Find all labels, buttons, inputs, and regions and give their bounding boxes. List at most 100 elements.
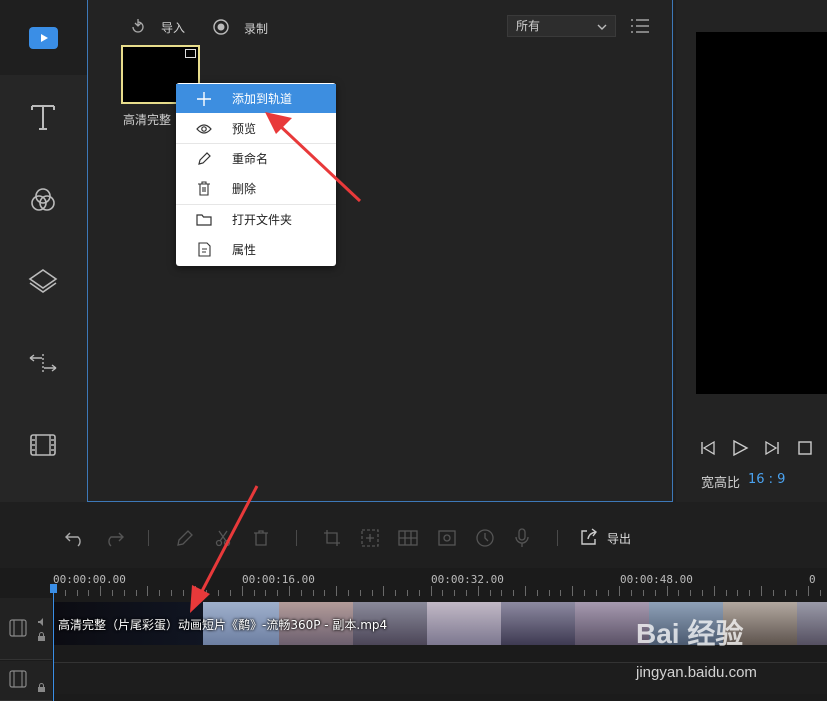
ruler-tick (631, 590, 633, 596)
duration-icon[interactable] (474, 527, 496, 549)
menu-item-add-to-track[interactable]: 添加到轨道 (176, 84, 336, 113)
pencil-icon (176, 151, 232, 166)
next-frame-icon[interactable] (763, 439, 781, 460)
ruler-tick (171, 590, 172, 596)
import-icon (130, 18, 146, 37)
delete-icon[interactable] (250, 527, 272, 549)
import-button[interactable]: 导入 (130, 18, 185, 37)
ruler-tick (501, 590, 503, 596)
lock-icon[interactable] (37, 631, 46, 645)
menu-item-delete[interactable]: 删除 (176, 174, 336, 203)
menu-item-properties[interactable]: 属性 (176, 235, 336, 264)
ruler-tick (737, 590, 739, 596)
export-label: 导出 (607, 532, 632, 546)
media-tab-icon[interactable] (29, 27, 58, 49)
ruler-tick (277, 590, 279, 596)
clip-frame (427, 602, 501, 645)
overlay-track-header (0, 661, 52, 701)
ruler-tick (123, 590, 125, 596)
video-badge-icon (185, 49, 196, 58)
menu-item-open-folder[interactable]: 打开文件夹 (176, 205, 336, 234)
ruler-tick (607, 590, 609, 596)
ruler-tick (407, 590, 408, 596)
ruler-tick (584, 590, 585, 596)
ruler-tick (182, 590, 184, 596)
baidu-watermark: Bai 经验 jingyan.baidu.com (636, 612, 826, 687)
toolbar-divider (296, 530, 297, 546)
transition-tool-icon[interactable] (26, 346, 60, 380)
list-view-icon[interactable] (630, 17, 650, 38)
ruler-tick (147, 586, 149, 596)
ruler-tick (725, 590, 727, 596)
ruler-tick (88, 590, 90, 596)
ruler-tick (206, 590, 208, 596)
media-filter-select[interactable]: 所有 (507, 15, 616, 37)
trash-icon (176, 181, 232, 196)
ruler-tick (112, 590, 113, 596)
tick-label: 00:00:16.00 (242, 573, 315, 586)
menu-item-rename[interactable]: 重命名 (176, 144, 336, 173)
previous-frame-icon[interactable] (699, 439, 717, 460)
properties-icon (176, 242, 232, 257)
film-tool-icon[interactable] (26, 428, 60, 462)
ruler-tick (560, 590, 562, 596)
ruler-tick (808, 586, 810, 596)
ruler-tick (536, 590, 538, 596)
ruler-tick (796, 590, 798, 596)
timeline-ruler[interactable]: 00:00:00.00 00:00:16.00 00:00:32.00 00:0… (52, 570, 827, 598)
ruler-tick (772, 590, 774, 596)
ruler-tick (241, 586, 243, 596)
ruler-tick (454, 590, 456, 596)
ruler-tick (76, 590, 78, 596)
ruler-tick (489, 590, 491, 596)
edit-pencil-icon[interactable] (174, 527, 196, 549)
aspect-ratio-value[interactable]: 16 : 9 (748, 472, 785, 487)
ruler-tick (300, 590, 302, 596)
freeze-frame-icon[interactable] (436, 527, 458, 549)
overlay-tool-icon[interactable] (26, 264, 60, 298)
redo-icon[interactable] (103, 527, 125, 549)
ruler-tick (466, 590, 467, 596)
microphone-icon[interactable] (511, 527, 533, 549)
menu-item-label: 打开文件夹 (232, 213, 293, 227)
speaker-icon[interactable] (37, 616, 47, 630)
ruler-tick (702, 590, 703, 596)
record-button[interactable]: 录制 (212, 18, 268, 39)
zoom-region-icon[interactable] (359, 527, 381, 549)
ruler-tick (513, 590, 515, 596)
cut-icon[interactable] (212, 527, 234, 549)
ruler-tick (713, 586, 715, 596)
record-icon (212, 18, 230, 39)
filter-tool-icon[interactable] (26, 183, 60, 217)
toolbar-divider (557, 530, 558, 546)
ruler-tick (678, 590, 680, 596)
export-button[interactable]: 导出 (579, 527, 631, 550)
ruler-tick (619, 586, 621, 596)
ruler-tick (395, 590, 397, 596)
stop-icon[interactable] (796, 439, 814, 460)
ruler-tick (442, 590, 444, 596)
menu-item-preview[interactable]: 预览 (176, 114, 336, 143)
ruler-tick (312, 590, 314, 596)
ruler-tick (749, 590, 751, 596)
playhead[interactable] (53, 586, 54, 701)
ruler-tick (336, 586, 338, 596)
play-icon[interactable] (731, 439, 749, 460)
mosaic-icon[interactable] (397, 527, 419, 549)
watermark-brand: Bai 经验 (636, 618, 744, 649)
ruler-tick (784, 590, 786, 596)
menu-item-label: 预览 (232, 122, 257, 136)
tick-label: 00:00:32.00 (431, 573, 504, 586)
text-tool-icon[interactable] (26, 100, 60, 134)
undo-icon[interactable] (64, 527, 86, 549)
menu-item-label: 属性 (232, 243, 257, 257)
ruler-tick (64, 590, 66, 596)
ruler-tick (690, 590, 692, 596)
clip-label: 高清完整（片尾彩蛋）动画短片《鹬》-流畅360P - 副本.mp4 (58, 618, 388, 632)
ruler-tick (371, 590, 373, 596)
playhead-handle[interactable] (50, 584, 57, 593)
crop-icon[interactable] (321, 527, 343, 549)
folder-icon (176, 213, 232, 226)
lock-icon[interactable] (37, 682, 46, 696)
tick-label: 00:00:48.00 (620, 573, 693, 586)
